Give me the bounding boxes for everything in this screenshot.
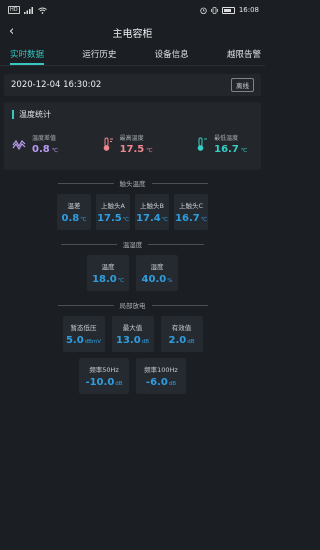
tile-label: 频率100Hz <box>144 366 178 374</box>
tile-value: -10.0dB <box>85 377 123 388</box>
frequency-100hz-tile: 频率100Hz -6.0dB <box>136 358 186 394</box>
tab-limit-alarm[interactable]: 越限告警 <box>227 48 261 65</box>
tile-value: -6.0dB <box>145 377 177 388</box>
tile-label: 上触头C <box>178 202 204 210</box>
tile-value: 5.0dBmV <box>65 335 102 346</box>
stat-label: 最高温度 <box>119 135 144 142</box>
status-bar-left: HD <box>8 6 47 14</box>
max-value-tile: 最大值 13.0dB <box>111 316 154 352</box>
stat-value: 16.7 ℃ <box>214 144 247 155</box>
page-title: 主电容柜 <box>112 28 153 40</box>
thermometer-high-icon <box>103 137 113 151</box>
wifi-icon <box>37 7 47 14</box>
temperature-stats-row: 温度差值 0.8 ℃ 最高温度 17.5 ℃ 最低温度 16.7 ℃ <box>12 133 253 155</box>
tile-value: 17.4℃ <box>136 213 168 224</box>
upper-contact-a-tile: 上触头A 17.5℃ <box>96 194 130 230</box>
tile-label: 暂态低压 <box>70 324 97 332</box>
temperature-stats-title: 温度统计 <box>19 110 51 119</box>
section-label: 局部放电 <box>119 302 146 310</box>
partial-discharge-row-1: 暂态低压 5.0dBmV 最大值 13.0dB 有效值 2.0dB <box>0 316 265 352</box>
offline-status-badge: 离线 <box>231 78 254 92</box>
divider-line <box>57 182 114 184</box>
section-label: 触头温度 <box>119 180 146 188</box>
tile-value: 2.0dB <box>168 335 195 346</box>
transient-voltage-tile: 暂态低压 5.0dBmV <box>62 316 105 352</box>
tile-label: 最大值 <box>122 324 143 332</box>
back-icon[interactable]: ‹ <box>9 24 14 39</box>
divider-line <box>151 304 208 306</box>
title-accent-bar <box>12 110 14 119</box>
tile-label: 频率50Hz <box>89 366 119 374</box>
tile-value: 17.5℃ <box>97 213 129 224</box>
stat-max-temp: 最高温度 17.5 ℃ <box>102 133 153 155</box>
app-header: ‹ 主电容柜 <box>0 20 265 44</box>
tile-label: 上触头B <box>140 202 164 210</box>
tile-label: 上触头A <box>101 202 125 210</box>
frequency-50hz-tile: 频率50Hz -10.0dB <box>79 358 129 394</box>
temperature-stats-header: 温度统计 <box>12 109 253 120</box>
stat-value: 17.5 ℃ <box>119 144 153 155</box>
divider-line <box>148 243 205 245</box>
datetime-bar: 2020-12-04 16:30:02 离线 <box>4 74 261 96</box>
section-label: 温湿度 <box>122 241 143 249</box>
temp-humidity-row: 温度 18.0℃ 湿度 40.0% <box>0 255 265 291</box>
battery-icon <box>221 6 235 14</box>
contact-temp-row: 温差 0.8℃ 上触头A 17.5℃ 上触头B 17.4℃ 上触头C 16.7℃ <box>0 194 265 230</box>
effective-value-tile: 有效值 2.0dB <box>160 316 203 352</box>
contact-temp-diff-tile: 温差 0.8℃ <box>57 194 91 230</box>
tab-realtime-data[interactable]: 实时数据 <box>10 48 45 65</box>
upper-contact-b-tile: 上触头B 17.4℃ <box>135 194 169 230</box>
stat-min-temp: 最低温度 16.7 ℃ <box>196 133 247 155</box>
upper-contact-c-tile: 上触头C 16.7℃ <box>174 194 208 230</box>
tile-label: 湿度 <box>150 263 164 271</box>
tab-device-info[interactable]: 设备信息 <box>155 48 189 65</box>
temp-humidity-heading: 温湿度 <box>0 239 265 249</box>
thermometer-low-icon <box>197 137 208 151</box>
tab-bar: 实时数据 运行历史 设备信息 越限告警 <box>0 44 265 66</box>
tile-value: 0.8℃ <box>61 213 87 224</box>
stat-label: 最低温度 <box>214 135 239 142</box>
humidity-tile: 湿度 40.0% <box>136 255 178 291</box>
partial-discharge-row-2: 频率50Hz -10.0dB 频率100Hz -6.0dB <box>0 358 265 394</box>
partial-discharge-heading: 局部放电 <box>0 300 265 310</box>
tile-value: 16.7℃ <box>175 213 207 224</box>
tile-label: 温度 <box>101 263 115 271</box>
status-bar: HD 16:08 <box>0 0 265 20</box>
vibrate-icon <box>211 6 218 14</box>
stat-label: 温度差值 <box>32 135 57 142</box>
hd-indicator: HD <box>8 6 20 14</box>
contact-temp-heading: 触头温度 <box>0 178 265 188</box>
tile-label: 温差 <box>67 202 81 210</box>
signal-icon <box>23 6 33 14</box>
tile-value: 13.0dB <box>116 335 149 346</box>
alarm-icon <box>200 7 207 14</box>
status-bar-right: 16:08 <box>200 6 259 14</box>
temperature-tile: 温度 18.0℃ <box>87 255 129 291</box>
wave-icon <box>12 139 26 150</box>
stat-value: 0.8 ℃ <box>32 144 58 155</box>
tile-value: 18.0℃ <box>92 274 124 285</box>
divider-line <box>60 243 117 245</box>
tile-value: 40.0% <box>141 274 173 285</box>
update-datetime: 2020-12-04 16:30:02 <box>11 80 102 90</box>
tab-run-history[interactable]: 运行历史 <box>82 48 116 65</box>
divider-line <box>57 304 114 306</box>
divider-line <box>151 182 208 184</box>
stat-temp-diff: 温度差值 0.8 ℃ <box>12 133 58 155</box>
tile-label: 有效值 <box>171 324 192 332</box>
status-time: 16:08 <box>238 6 259 14</box>
temperature-stats-card: 温度统计 温度差值 0.8 ℃ 最高温度 17.5 ℃ 最低温度 16.7 ℃ <box>4 102 261 170</box>
